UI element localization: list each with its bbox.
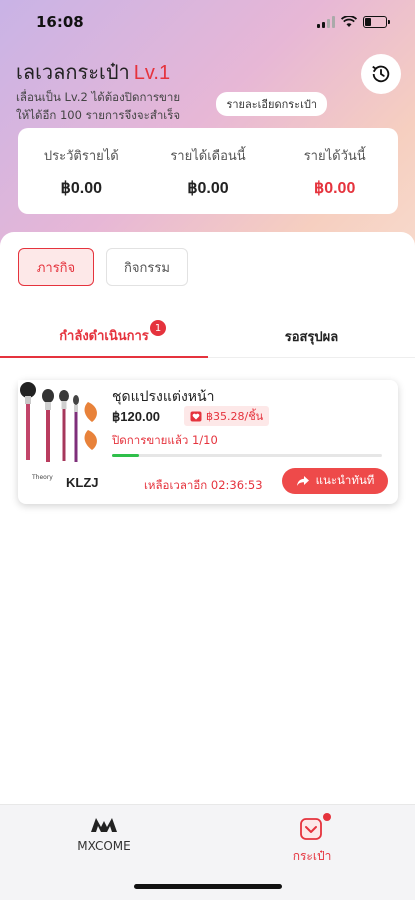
share-arrow-icon bbox=[296, 476, 309, 486]
status-icons bbox=[317, 16, 390, 28]
status-time: 16:08 bbox=[36, 13, 84, 31]
wallet-level-label: เลเวลกระเป๋า bbox=[16, 62, 130, 84]
store-code: KLZJ bbox=[66, 475, 99, 490]
level-desc-line2: ให้ได้อีก 100 รายการจึงจะสำเร็จ bbox=[16, 108, 181, 122]
wifi-icon bbox=[341, 16, 357, 27]
wallet-level-title: เลเวลกระเป๋า Lv.1 bbox=[16, 56, 170, 88]
filter-mission[interactable]: ภารกิจ bbox=[18, 248, 94, 286]
level-description: เลื่อนเป็น Lv.2 ได้ต้องปิดการขาย ให้ได้อ… bbox=[16, 88, 216, 124]
income-month: รายได้เดือนนี้ ฿0.00 bbox=[145, 145, 272, 198]
nav-wallet[interactable]: กระเป๋า bbox=[252, 813, 372, 866]
in-progress-count-badge: 1 bbox=[150, 320, 166, 336]
commission-badge: ฿35.28/ชิ้น bbox=[184, 406, 270, 426]
history-icon bbox=[372, 65, 390, 83]
income-history-label: ประวัติรายได้ bbox=[43, 148, 119, 164]
wallet-detail-button[interactable]: รายละเอียดกระเป๋า bbox=[216, 92, 327, 116]
sales-progress-text: ปิดการขายแล้ว 1/10 bbox=[112, 433, 218, 447]
income-month-label: รายได้เดือนนี้ bbox=[170, 148, 246, 164]
commission-value: ฿35.28/ชิ้น bbox=[206, 410, 264, 423]
income-history: ประวัติรายได้ ฿0.00 bbox=[18, 145, 145, 198]
countdown-timer: เหลือเวลาอีก 02:36:53 bbox=[144, 478, 263, 492]
wallet-heart-icon bbox=[190, 411, 202, 421]
income-history-value: ฿0.00 bbox=[60, 179, 102, 197]
product-image bbox=[18, 380, 104, 470]
nav-mxcome-label: MXCOME bbox=[77, 839, 131, 853]
tab-in-progress[interactable]: กำลังดำเนินการ 1 bbox=[0, 314, 208, 358]
wallet-icon bbox=[300, 818, 322, 840]
income-today-label: รายได้วันนี้ bbox=[303, 148, 366, 164]
wallet-icon-wrap bbox=[299, 813, 331, 841]
sales-progress-fill bbox=[112, 454, 139, 457]
product-name: ชุดแปรงแต่งหน้า bbox=[112, 389, 215, 405]
home-indicator bbox=[134, 884, 282, 889]
income-today: รายได้วันนี้ ฿0.00 bbox=[271, 145, 398, 198]
wallet-notification-dot bbox=[323, 813, 331, 821]
filter-activity[interactable]: กิจกรรม bbox=[106, 248, 188, 286]
status-bar: 16:08 bbox=[0, 0, 415, 44]
task-card[interactable]: Theory KLZJ ชุดแปรงแต่งหน้า ฿120.00 ฿35.… bbox=[18, 380, 398, 504]
income-today-value: ฿0.00 bbox=[314, 179, 356, 197]
sales-progress-bar bbox=[112, 454, 382, 457]
income-month-value: ฿0.00 bbox=[187, 179, 229, 197]
history-button[interactable] bbox=[361, 54, 401, 94]
tab-pending[interactable]: รอสรุปผล bbox=[208, 314, 415, 358]
content-panel: ภารกิจ กิจกรรม กำลังดำเนินการ 1 รอสรุปผล bbox=[0, 232, 415, 804]
nav-mxcome[interactable]: MXCOME bbox=[44, 817, 164, 853]
income-summary-card: ประวัติรายได้ ฿0.00 รายได้เดือนนี้ ฿0.00… bbox=[18, 128, 398, 214]
product-price: ฿120.00 bbox=[112, 409, 161, 424]
brand-logo: Theory bbox=[32, 474, 53, 481]
recommend-now-label: แนะนำทันที bbox=[315, 473, 375, 487]
level-desc-line1: เลื่อนเป็น Lv.2 ได้ต้องปิดการขาย bbox=[16, 90, 181, 104]
subtabs: กำลังดำเนินการ 1 รอสรุปผล bbox=[0, 314, 415, 358]
tab-in-progress-label: กำลังดำเนินการ bbox=[59, 328, 149, 344]
signal-icon bbox=[317, 16, 335, 28]
battery-icon bbox=[363, 16, 390, 28]
nav-wallet-label: กระเป๋า bbox=[292, 849, 332, 863]
wallet-level-value: Lv.1 bbox=[133, 62, 171, 84]
mxcome-logo-icon bbox=[91, 818, 117, 832]
recommend-now-button[interactable]: แนะนำทันที bbox=[282, 468, 388, 494]
